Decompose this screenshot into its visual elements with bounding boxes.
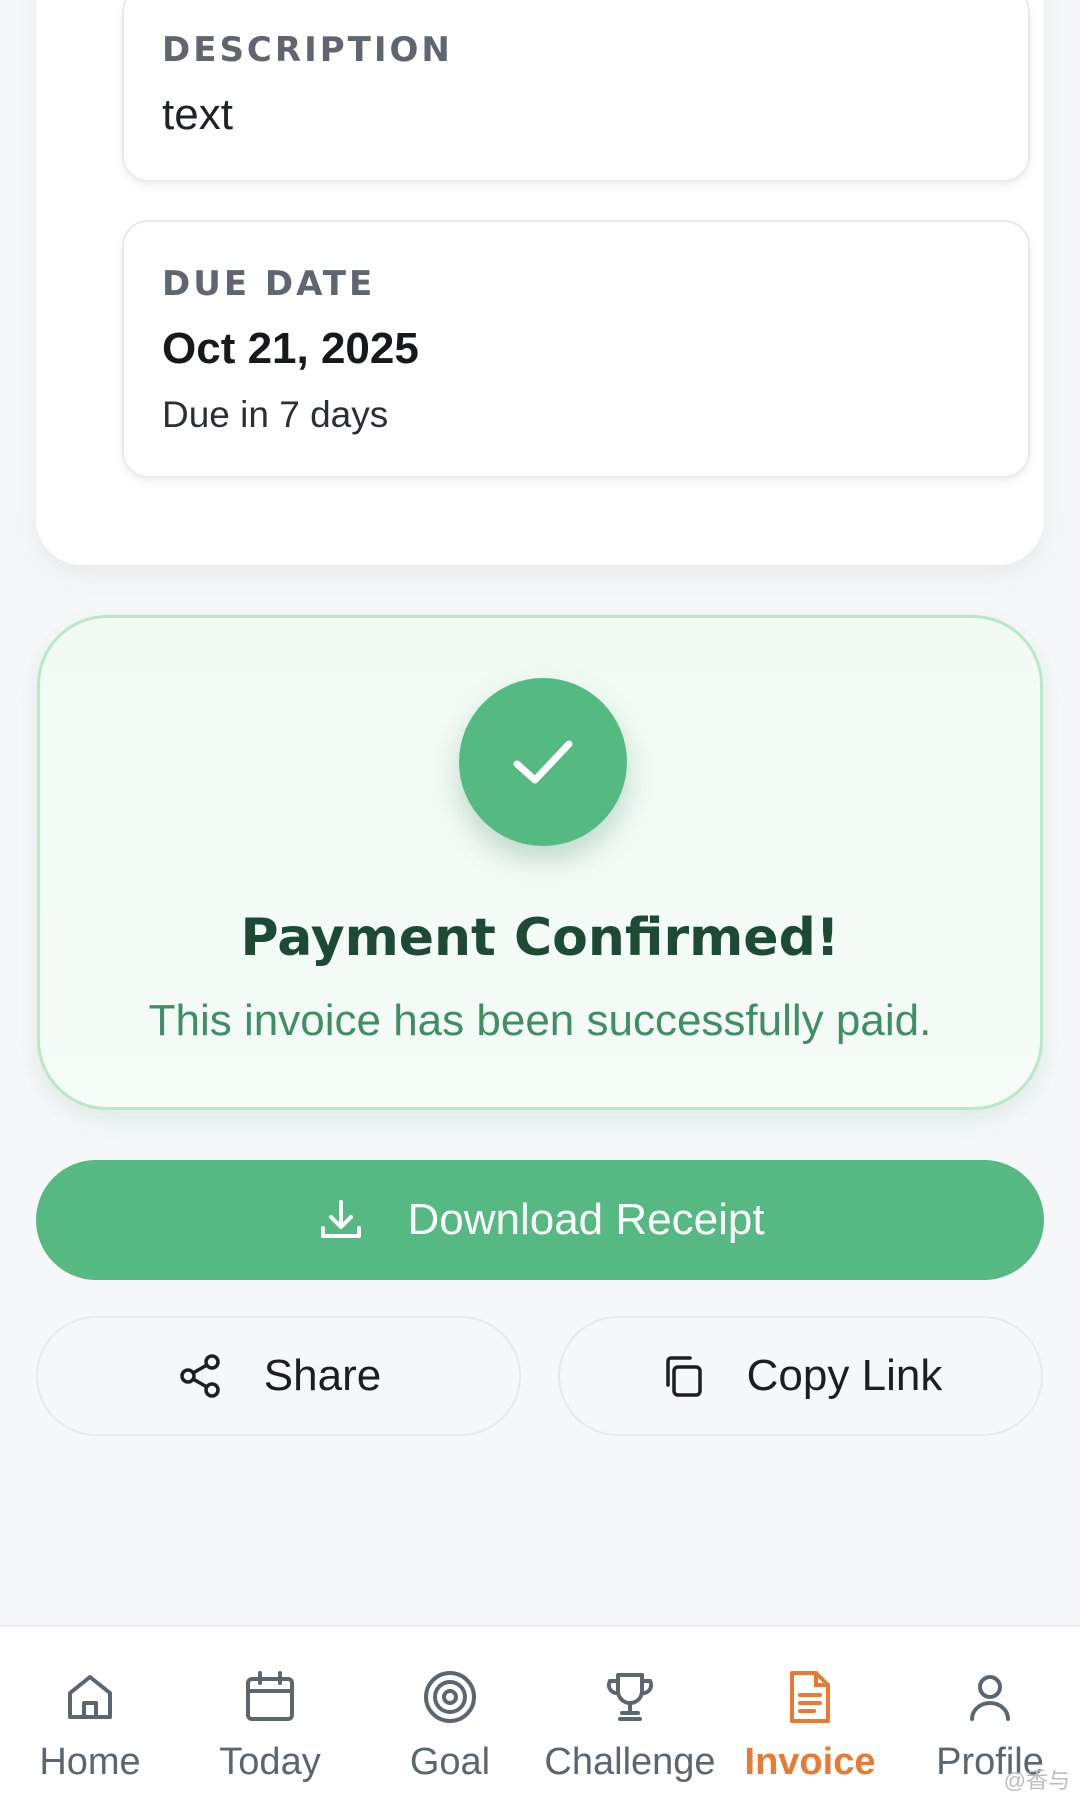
description-label: DESCRIPTION [162,30,453,70]
share-button[interactable]: Share [36,1316,521,1436]
nav-label-challenge: Challenge [544,1741,716,1783]
confirmation-subtitle: This invoice has been successfully paid. [148,996,932,1045]
invoice-details-card: DESCRIPTION text DUE DATE Oct 21, 2025 D… [36,0,1044,565]
nav-item-home[interactable]: Home [0,1627,180,1805]
nav-label-invoice: Invoice [744,1741,876,1783]
confirmation-title: Payment Confirmed! [240,908,840,968]
check-circle [459,678,627,846]
trophy-icon [606,1673,654,1721]
download-receipt-label: Download Receipt [407,1195,765,1244]
watermark: @香与 [1003,1768,1070,1793]
nav-item-challenge[interactable]: Challenge [540,1627,720,1805]
download-receipt-button[interactable]: Download Receipt [36,1160,1044,1280]
description-field: DESCRIPTION text [122,0,1030,182]
copy-icon [665,1356,702,1397]
download-icon [321,1200,362,1238]
due-date-label: DUE DATE [162,264,376,304]
home-icon [68,1675,112,1719]
due-date-value: Oct 21, 2025 [162,324,419,373]
nav-label-goal: Goal [409,1741,491,1783]
share-icon [180,1354,220,1398]
copy-link-label: Copy Link [746,1351,943,1400]
document-icon [790,1671,830,1723]
bottom-navigation: Home Today Goal Challenge Invoice Profil… [0,1625,1080,1805]
due-date-field: DUE DATE Oct 21, 2025 Due in 7 days [122,220,1030,478]
due-date-countdown: Due in 7 days [162,394,389,435]
nav-item-invoice[interactable]: Invoice [720,1627,900,1805]
payment-confirmed-card: Payment Confirmed! This invoice has been… [37,615,1043,1110]
target-icon [424,1671,476,1723]
share-label: Share [263,1351,382,1400]
user-icon [970,1675,1010,1721]
nav-label-today: Today [219,1741,321,1783]
invoice-screen: DESCRIPTION text DUE DATE Oct 21, 2025 D… [0,0,1080,1805]
calendar-icon [246,1671,294,1721]
nav-item-today[interactable]: Today [180,1627,360,1805]
copy-link-button[interactable]: Copy Link [558,1316,1043,1436]
nav-item-goal[interactable]: Goal [360,1627,540,1805]
description-value: text [162,90,233,139]
check-icon [513,740,573,784]
nav-label-home: Home [39,1741,141,1783]
